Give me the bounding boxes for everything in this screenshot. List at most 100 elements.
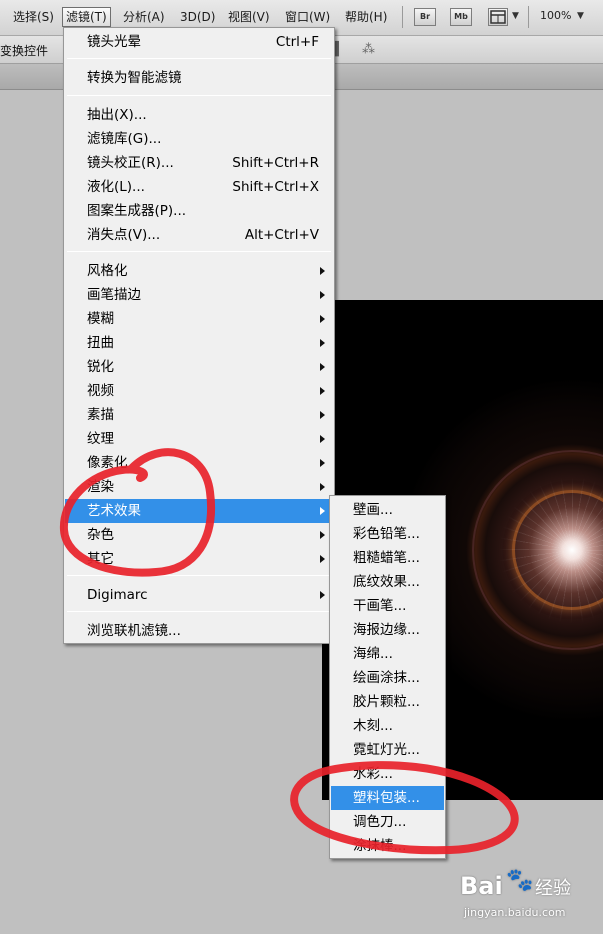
submenu-item-colored-pencil[interactable]: 彩色铅笔... xyxy=(331,522,444,546)
bridge-button[interactable]: Br xyxy=(414,8,436,26)
menu-view[interactable]: 视图(V) xyxy=(225,7,273,27)
submenu-item-rough-pastels[interactable]: 粗糙蜡笔... xyxy=(331,546,444,570)
menu-item-label: 素描 xyxy=(87,407,114,423)
menu-item-render[interactable]: 渲染 xyxy=(65,475,333,499)
menu-item-label: 转换为智能滤镜 xyxy=(87,70,182,86)
submenu-item-neon-glow[interactable]: 霓虹灯光... xyxy=(331,738,444,762)
menu-3d[interactable]: 3D(D) xyxy=(177,7,218,27)
menu-item-shortcut: Ctrl+F xyxy=(275,34,319,50)
menu-item-label: 杂色 xyxy=(87,527,114,543)
submenu-arrow-icon xyxy=(320,591,325,599)
menu-item-label: 塑料包装... xyxy=(353,790,420,806)
menu-item-filter-gallery[interactable]: 滤镜库(G)... xyxy=(65,127,333,151)
submenu-arrow-icon xyxy=(320,339,325,347)
submenu-item-smudge-stick[interactable]: 涂抹棒... xyxy=(331,834,444,858)
zoom-level[interactable]: 100% xyxy=(540,9,571,22)
menu-item-label: 壁画... xyxy=(353,502,393,518)
menu-item-label: 纹理 xyxy=(87,431,114,447)
menu-item-sharpen[interactable]: 锐化 xyxy=(65,355,333,379)
menu-separator xyxy=(67,611,331,612)
menu-window[interactable]: 窗口(W) xyxy=(282,7,333,27)
menu-item-lens-flare[interactable]: 镜头光晕 Ctrl+F xyxy=(65,30,333,54)
submenu-arrow-icon xyxy=(320,363,325,371)
menu-item-label: 绘画涂抹... xyxy=(353,670,420,686)
menu-item-video[interactable]: 视频 xyxy=(65,379,333,403)
menu-item-label: 浏览联机滤镜... xyxy=(87,623,181,639)
menu-item-brush-strokes[interactable]: 画笔描边 xyxy=(65,283,333,307)
menu-select[interactable]: 选择(S) xyxy=(10,7,57,27)
menu-separator xyxy=(67,575,331,576)
menu-item-liquify[interactable]: 液化(L)... Shift+Ctrl+X xyxy=(65,175,333,199)
submenu-arrow-icon xyxy=(320,507,325,515)
arrange-documents-icon[interactable] xyxy=(488,8,508,26)
mini-bridge-button[interactable]: Mb xyxy=(450,8,472,26)
menu-filter[interactable]: 滤镜(T) xyxy=(62,7,111,27)
submenu-item-fresco[interactable]: 壁画... xyxy=(331,498,444,522)
submenu-arrow-icon xyxy=(320,315,325,323)
artistic-submenu: 壁画... 彩色铅笔... 粗糙蜡笔... 底纹效果... 干画笔... 海报边… xyxy=(329,495,446,859)
menu-item-vanishing-point[interactable]: 消失点(V)... Alt+Ctrl+V xyxy=(65,223,333,247)
menu-item-pattern-maker[interactable]: 图案生成器(P)... xyxy=(65,199,333,223)
submenu-arrow-icon xyxy=(320,411,325,419)
submenu-item-film-grain[interactable]: 胶片颗粒... xyxy=(331,690,444,714)
submenu-arrow-icon xyxy=(320,387,325,395)
menu-item-pixelate[interactable]: 像素化 xyxy=(65,451,333,475)
jingyan-label: 经验 xyxy=(535,878,571,899)
menu-item-label: 木刻... xyxy=(353,718,393,734)
menu-item-label: 像素化 xyxy=(87,455,128,471)
submenu-arrow-icon xyxy=(320,435,325,443)
submenu-item-poster-edges[interactable]: 海报边缘... xyxy=(331,618,444,642)
menu-item-lens-correction[interactable]: 镜头校正(R)... Shift+Ctrl+R xyxy=(65,151,333,175)
submenu-item-cutout[interactable]: 木刻... xyxy=(331,714,444,738)
menu-item-label: 海报边缘... xyxy=(353,622,420,638)
menu-item-shortcut: Shift+Ctrl+R xyxy=(232,155,319,171)
align-icon[interactable]: ▌ xyxy=(334,42,344,57)
submenu-arrow-icon xyxy=(320,555,325,563)
menu-item-label: 风格化 xyxy=(87,263,128,279)
menu-item-extract[interactable]: 抽出(X)... xyxy=(65,103,333,127)
menu-item-digimarc[interactable]: Digimarc xyxy=(65,583,333,607)
menu-item-convert-smart-filters[interactable]: 转换为智能滤镜 xyxy=(65,66,333,90)
submenu-item-plastic-wrap[interactable]: 塑料包装... xyxy=(331,786,444,810)
submenu-item-paint-daubs[interactable]: 绘画涂抹... xyxy=(331,666,444,690)
menu-item-distort[interactable]: 扭曲 xyxy=(65,331,333,355)
menu-item-noise[interactable]: 杂色 xyxy=(65,523,333,547)
chevron-down-icon[interactable]: ▼ xyxy=(577,11,584,21)
submenu-item-sponge[interactable]: 海绵... xyxy=(331,642,444,666)
menu-item-other[interactable]: 其它 xyxy=(65,547,333,571)
menu-item-label: 镜头光晕 xyxy=(87,34,141,50)
distribute-icon[interactable]: ⁂ xyxy=(362,42,375,57)
menu-item-sketch[interactable]: 素描 xyxy=(65,403,333,427)
transform-controls-label[interactable]: 变换控件 xyxy=(0,42,48,59)
submenu-item-palette-knife[interactable]: 调色刀... xyxy=(331,810,444,834)
menu-item-label: 海绵... xyxy=(353,646,393,662)
menu-item-label: 水彩... xyxy=(353,766,393,782)
menu-analysis[interactable]: 分析(A) xyxy=(120,7,168,27)
submenu-item-underpainting[interactable]: 底纹效果... xyxy=(331,570,444,594)
menu-item-browse-filters-online[interactable]: 浏览联机滤镜... xyxy=(65,619,333,643)
menu-item-blur[interactable]: 模糊 xyxy=(65,307,333,331)
menu-item-label: 镜头校正(R)... xyxy=(87,155,174,171)
baidu-logo: Bai xyxy=(460,872,503,900)
menu-item-artistic[interactable]: 艺术效果 xyxy=(65,499,333,523)
chevron-down-icon[interactable]: ▼ xyxy=(512,11,519,21)
menu-item-stylize[interactable]: 风格化 xyxy=(65,259,333,283)
menu-item-label: 涂抹棒... xyxy=(353,838,407,854)
menu-item-label: 调色刀... xyxy=(353,814,407,830)
submenu-item-dry-brush[interactable]: 干画笔... xyxy=(331,594,444,618)
submenu-arrow-icon xyxy=(320,291,325,299)
baidu-jingyan-watermark: Bai 🐾 经验 jingyan.baidu.com xyxy=(460,868,600,928)
menubar-divider xyxy=(402,6,403,28)
menu-item-label: 抽出(X)... xyxy=(87,107,147,123)
menu-help[interactable]: 帮助(H) xyxy=(342,7,390,27)
submenu-arrow-icon xyxy=(320,483,325,491)
menu-separator xyxy=(67,251,331,252)
submenu-item-watercolor[interactable]: 水彩... xyxy=(331,762,444,786)
menu-item-texture[interactable]: 纹理 xyxy=(65,427,333,451)
menu-item-label: 干画笔... xyxy=(353,598,407,614)
menu-item-label: 霓虹灯光... xyxy=(353,742,420,758)
menu-item-label: 渲染 xyxy=(87,479,114,495)
filter-dropdown-menu: 镜头光晕 Ctrl+F 转换为智能滤镜 抽出(X)... 滤镜库(G)... 镜… xyxy=(63,27,335,644)
menu-item-label: 粗糙蜡笔... xyxy=(353,550,420,566)
watermark-url: jingyan.baidu.com xyxy=(464,906,566,919)
